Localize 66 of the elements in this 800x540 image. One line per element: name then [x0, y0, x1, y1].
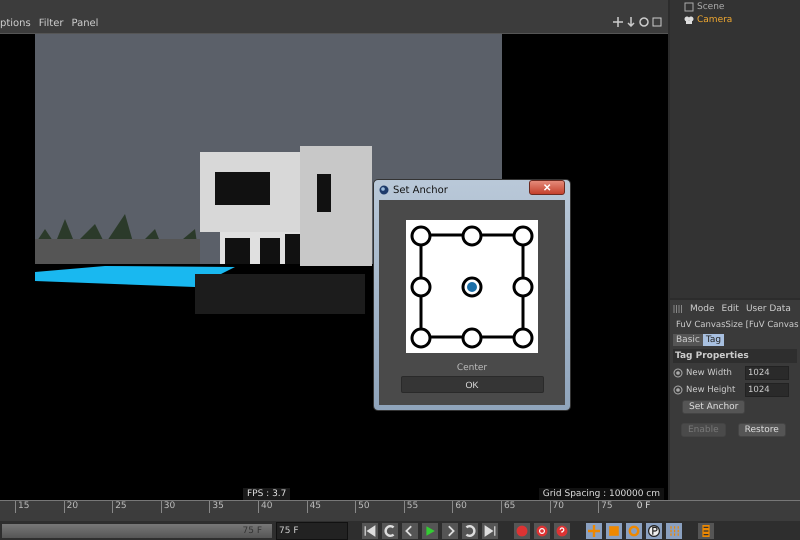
help-icon[interactable] — [554, 523, 570, 539]
timeline-tick: 30 — [160, 501, 210, 513]
anchor-point[interactable] — [462, 226, 482, 246]
grip-icon — [673, 304, 683, 314]
tab[interactable]: Basic — [673, 334, 703, 346]
timeline-tick: 35 — [209, 501, 258, 513]
field-label: New Height — [686, 385, 736, 395]
camera-icon — [684, 14, 694, 24]
scene-icon — [684, 2, 694, 12]
end-frame-field[interactable]: 75 F — [276, 522, 348, 540]
film-strip-icon[interactable] — [698, 523, 714, 539]
step-forward-icon[interactable] — [462, 523, 478, 539]
object-name: FuV CanvasSize [FuV Canvas — [676, 320, 799, 330]
object-item[interactable]: Camera — [697, 14, 732, 24]
autokey-icon[interactable] — [534, 523, 550, 539]
timeline-tick: 50 — [355, 501, 404, 513]
current-frame: 0 F — [636, 501, 650, 511]
menu-item[interactable]: Mode — [690, 304, 715, 314]
tab[interactable]: Tag — [702, 334, 724, 346]
anchor-point[interactable] — [512, 226, 534, 246]
anchor-point[interactable] — [410, 276, 432, 298]
anchor-label: Center — [456, 363, 488, 373]
window-icon — [652, 17, 662, 27]
timeline-tick: 45 — [306, 501, 356, 513]
menu-item[interactable]: Edit — [722, 304, 739, 314]
timeline-tick: 25 — [112, 501, 161, 513]
menu-item[interactable]: Panel — [71, 18, 98, 29]
action-button[interactable]: Restore — [738, 423, 786, 437]
timeline-tick: 60 — [452, 501, 501, 513]
anchor-point[interactable] — [512, 328, 534, 348]
timeline-tick: 15 — [15, 501, 64, 513]
skip-end-icon[interactable] — [482, 523, 498, 539]
anchor-point[interactable] — [512, 276, 534, 298]
grid-spacing-readout: Grid Spacing : 100000 cm — [538, 488, 664, 500]
close-button[interactable]: ✕ — [529, 180, 565, 195]
timeline-tick: 70 — [550, 501, 598, 513]
menu-item[interactable]: User Data — [746, 304, 791, 314]
timeline-tick: 40 — [258, 501, 307, 513]
step-back-icon[interactable] — [382, 523, 398, 539]
field-label: New Width — [686, 368, 733, 378]
timeline-tick: 55 — [404, 501, 452, 513]
ok-button[interactable]: OK — [400, 376, 544, 393]
rotate-icon — [639, 17, 649, 27]
next-frame-icon[interactable] — [442, 523, 458, 539]
timeline-tick: 20 — [64, 501, 112, 513]
play-icon[interactable] — [422, 523, 438, 539]
parameter-icon[interactable] — [646, 523, 662, 539]
number-field[interactable]: 1024 — [745, 383, 789, 397]
object-item[interactable]: Scene — [697, 2, 724, 12]
prev-frame-icon[interactable] — [402, 523, 418, 539]
dialog-title: Set Anchor — [393, 184, 449, 196]
fps-readout: FPS : 3.7 — [243, 488, 290, 500]
section-header: Tag Properties — [673, 349, 797, 363]
set-anchor-button[interactable]: Set Anchor — [682, 400, 746, 414]
move-icon — [613, 17, 623, 27]
anchor-point[interactable] — [410, 226, 432, 246]
timeline-tick: 65 — [500, 501, 550, 513]
anchor-point[interactable] — [462, 276, 482, 298]
anchor-point[interactable] — [462, 328, 482, 348]
menu-item[interactable]: ptions — [0, 18, 31, 29]
app-icon — [379, 185, 389, 195]
skip-start-icon[interactable] — [362, 523, 378, 539]
anchor-point[interactable] — [410, 328, 432, 348]
arrow-down-icon — [626, 17, 636, 27]
menu-item[interactable]: Filter — [38, 18, 64, 29]
number-field[interactable]: 1024 — [745, 366, 789, 380]
